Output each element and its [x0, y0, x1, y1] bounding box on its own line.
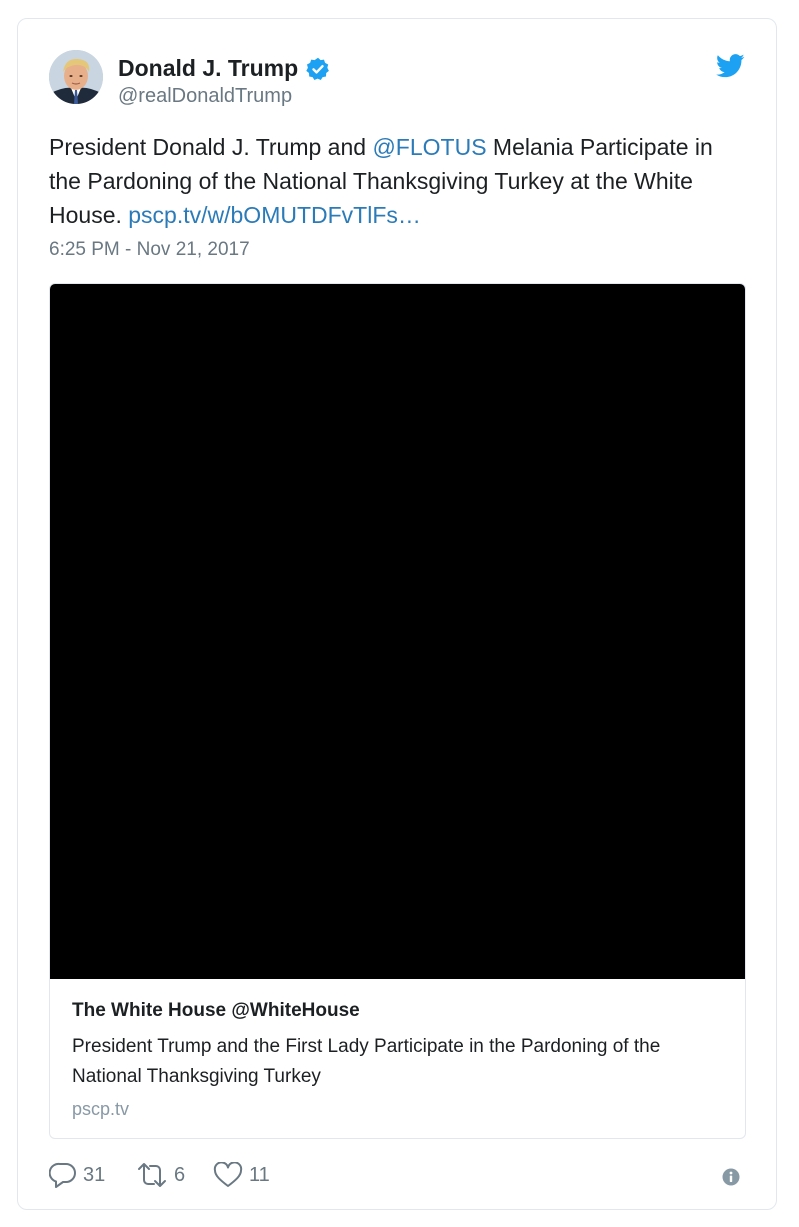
author-avatar[interactable] — [49, 50, 103, 104]
media-card[interactable]: The White House @WhiteHouse President Tr… — [49, 283, 746, 1139]
info-icon[interactable] — [722, 1168, 740, 1186]
heart-icon — [213, 1162, 243, 1187]
tweet-embed-card: Donald J. Trump @realDonaldTrump Preside… — [17, 18, 777, 1210]
avatar-image — [49, 50, 103, 104]
tweet-text-part1: President Donald J. Trump and — [49, 134, 373, 160]
retweet-button[interactable]: 6 — [136, 1160, 185, 1190]
tweet-timestamp[interactable]: 6:25 PM - Nov 21, 2017 — [49, 239, 250, 261]
retweet-count: 6 — [174, 1163, 186, 1186]
card-description[interactable]: President Trump and the First Lady Parti… — [72, 1032, 712, 1092]
card-title[interactable]: The White House @WhiteHouse — [72, 1000, 360, 1022]
reply-button[interactable]: 31 — [49, 1160, 105, 1190]
author-handle[interactable]: @realDonaldTrump — [118, 85, 292, 108]
tweet-text: President Donald J. Trump and @FLOTUS Me… — [49, 130, 749, 232]
video-player[interactable] — [50, 284, 745, 979]
author-name-text[interactable]: Donald J. Trump — [118, 55, 298, 82]
retweet-icon — [138, 1163, 166, 1187]
like-button[interactable]: 11 — [213, 1160, 270, 1190]
mention-link[interactable]: @FLOTUS — [372, 134, 486, 160]
verified-badge-icon — [306, 57, 330, 80]
reply-icon — [49, 1162, 76, 1188]
author-name[interactable]: Donald J. Trump — [118, 55, 330, 82]
reply-count: 31 — [83, 1163, 106, 1186]
twitter-bird-icon[interactable] — [716, 54, 745, 78]
card-domain[interactable]: pscp.tv — [72, 1099, 129, 1120]
tweet-url-link[interactable]: pscp.tv/w/bOMUTDFvTlFs… — [128, 202, 421, 228]
like-count: 11 — [249, 1163, 270, 1186]
